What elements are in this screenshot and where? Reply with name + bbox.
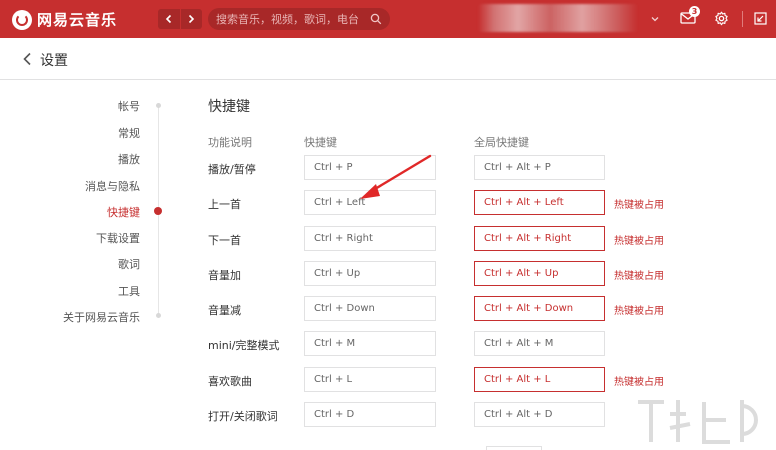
- global-shortcut-input-previous[interactable]: Ctrl + Alt + Left: [474, 190, 605, 215]
- netease-logo-icon: [12, 9, 32, 30]
- hotkey-conflict-warning: 热键被占用: [614, 200, 664, 211]
- app-logo[interactable]: 网易云音乐: [12, 9, 117, 30]
- hotkey-conflict-warning: 热键被占用: [614, 236, 664, 247]
- hotkey-conflict-warning: 热键被占用: [614, 271, 664, 282]
- annotation-arrow-icon: [360, 154, 432, 199]
- shortcut-input-toggle-lyrics[interactable]: Ctrl + D: [304, 402, 436, 427]
- app-name: 网易云音乐: [37, 11, 118, 29]
- row-label-next: 下一首: [208, 234, 241, 247]
- chevron-right-icon: [189, 14, 195, 24]
- gear-icon[interactable]: [714, 11, 729, 26]
- global-shortcut-input-play-pause[interactable]: Ctrl + Alt + P: [474, 155, 605, 180]
- sidebar-item-privacy[interactable]: 消息与隐私: [85, 178, 140, 194]
- global-shortcut-input-next[interactable]: Ctrl + Alt + Right: [474, 226, 605, 251]
- sidebar-item-about[interactable]: 关于网易云音乐: [63, 309, 140, 325]
- shortcut-input-mini-mode[interactable]: Ctrl + M: [304, 331, 436, 356]
- watermark-logo-icon: [638, 400, 758, 444]
- row-label-volume-up: 音量加: [208, 269, 241, 282]
- titlebar-divider: [742, 11, 743, 27]
- hotkey-conflict-warning: 热键被占用: [614, 306, 664, 317]
- forward-button[interactable]: [181, 9, 203, 29]
- global-shortcut-input-volume-down[interactable]: Ctrl + Alt + Down: [474, 296, 605, 321]
- row-label-previous: 上一首: [208, 198, 241, 211]
- row-label-mini-mode: mini/完整模式: [208, 339, 280, 352]
- history-nav: [158, 9, 202, 29]
- shortcut-input-volume-down[interactable]: Ctrl + Down: [304, 296, 436, 321]
- row-label-like-song: 喜欢歌曲: [208, 375, 252, 388]
- search-icon[interactable]: [370, 13, 382, 25]
- sidebar-active-dot: [154, 207, 162, 215]
- back-button[interactable]: [158, 9, 181, 29]
- sidebar-item-download[interactable]: 下载设置: [96, 230, 140, 246]
- sidebar-dot: [156, 313, 161, 318]
- sidebar-item-tools[interactable]: 工具: [118, 283, 140, 299]
- page-title: 设置: [40, 53, 68, 69]
- shortcut-input-next[interactable]: Ctrl + Right: [304, 226, 436, 251]
- global-shortcut-input-mini-mode[interactable]: Ctrl + Alt + M: [474, 331, 605, 356]
- row-label-play-pause: 播放/暂停: [208, 163, 256, 176]
- search-input[interactable]: [216, 12, 366, 26]
- back-icon[interactable]: [22, 52, 32, 66]
- chevron-down-icon[interactable]: [650, 14, 660, 24]
- shortcut-input-volume-up[interactable]: Ctrl + Up: [304, 261, 436, 286]
- chevron-left-icon: [165, 14, 171, 24]
- sidebar-item-playback[interactable]: 播放: [118, 151, 140, 167]
- column-header-global: 全局快捷键: [474, 136, 529, 149]
- mini-mode-icon[interactable]: [754, 12, 767, 25]
- section-title: 快捷键: [208, 99, 250, 115]
- sidebar-item-general[interactable]: 常规: [118, 125, 140, 141]
- restore-default-button[interactable]: [486, 446, 542, 450]
- search-box: [208, 8, 390, 30]
- title-bar: 网易云音乐 3: [0, 0, 776, 38]
- global-shortcut-input-like-song[interactable]: Ctrl + Alt + L: [474, 367, 605, 392]
- sidebar-item-lyrics[interactable]: 歌词: [118, 256, 140, 272]
- page-header: 设置: [0, 38, 776, 80]
- global-shortcut-input-toggle-lyrics[interactable]: Ctrl + Alt + D: [474, 402, 605, 427]
- row-label-volume-down: 音量减: [208, 304, 241, 317]
- hotkey-conflict-warning: 热键被占用: [614, 377, 664, 388]
- sidebar-item-shortcuts[interactable]: 快捷键: [107, 204, 140, 220]
- user-profile-area[interactable]: [478, 4, 638, 32]
- column-header-function: 功能说明: [208, 136, 252, 149]
- sidebar-dot: [156, 103, 161, 108]
- row-label-toggle-lyrics: 打开/关闭歌词: [208, 410, 278, 423]
- mail-count-badge: 3: [689, 6, 700, 17]
- shortcut-input-like-song[interactable]: Ctrl + L: [304, 367, 436, 392]
- sidebar-item-account[interactable]: 帐号: [118, 98, 140, 114]
- global-shortcut-input-volume-up[interactable]: Ctrl + Alt + Up: [474, 261, 605, 286]
- column-header-local: 快捷键: [304, 136, 337, 149]
